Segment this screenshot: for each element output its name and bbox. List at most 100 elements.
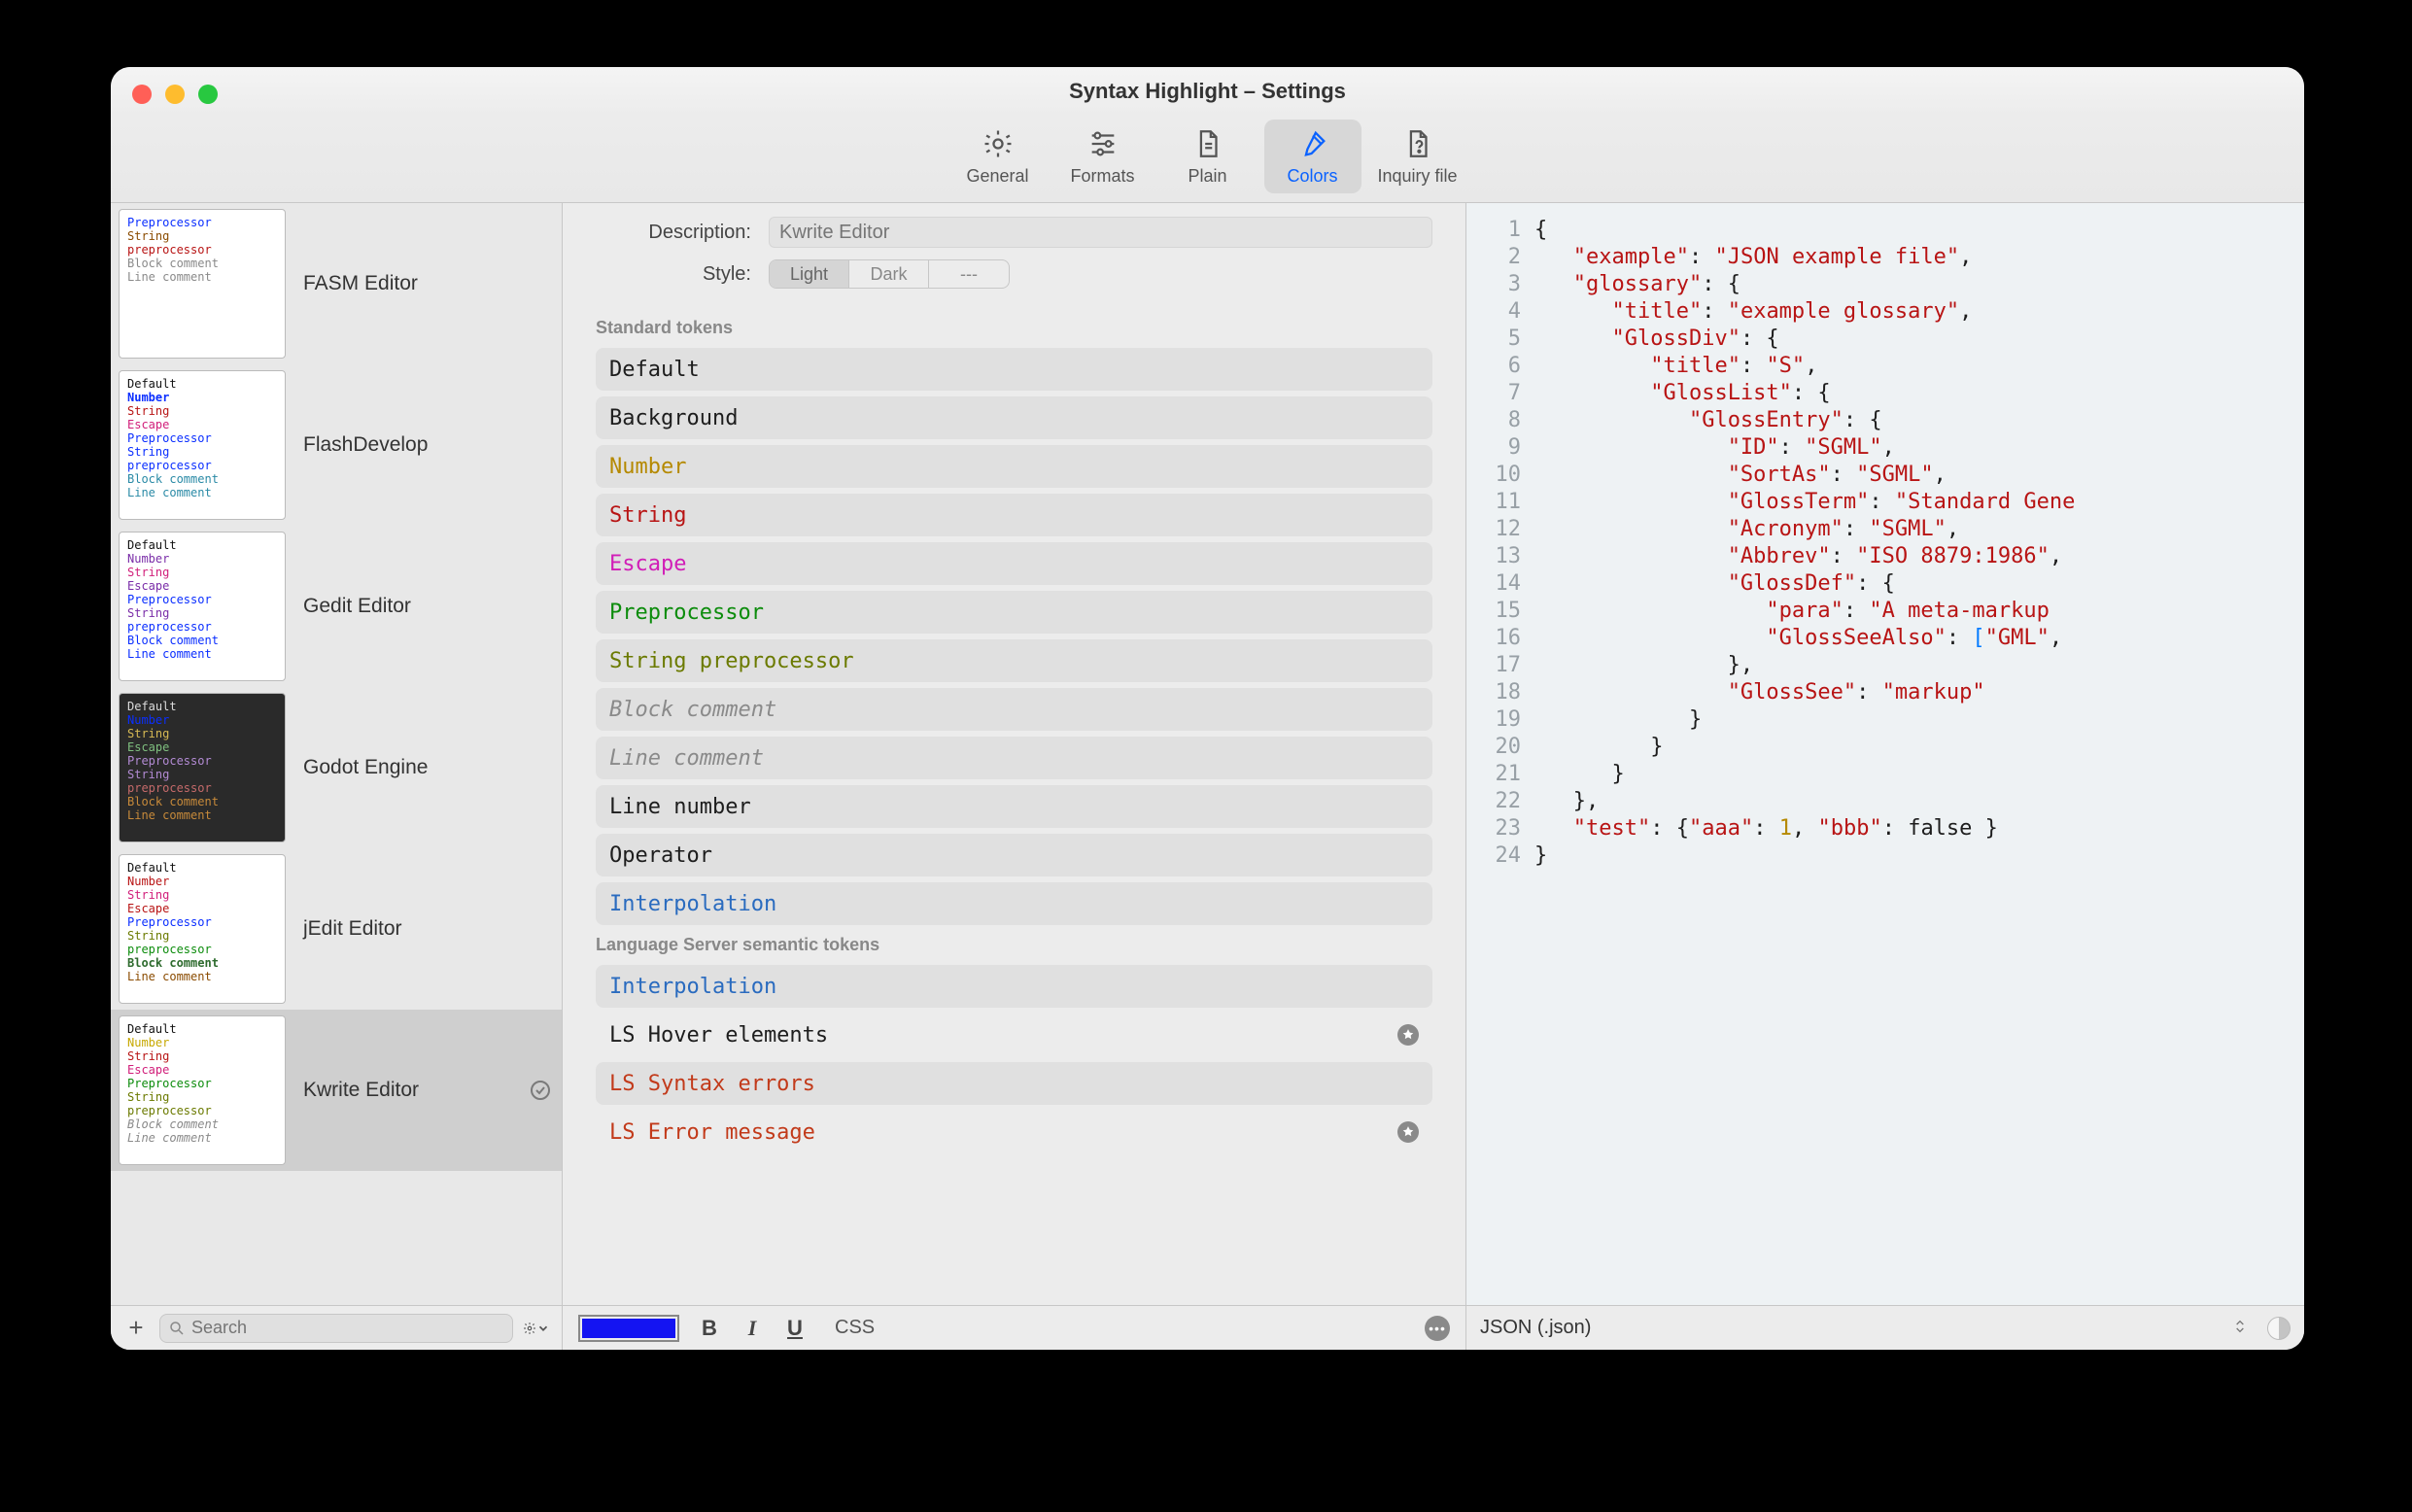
line-number: 18 [1466,679,1534,706]
color-well[interactable] [578,1315,679,1342]
token-label: Interpolation [609,892,1419,916]
customize-badge-icon[interactable] [1397,1024,1419,1046]
code-line: 22 }, [1466,788,2304,815]
tab-general[interactable]: General [949,120,1047,193]
theme-row[interactable]: DefaultNumberStringEscapePreprocessorStr… [111,848,562,1010]
style-segmented[interactable]: LightDark--- [769,259,1010,289]
theme-name-label: jEdit Editor [303,917,552,941]
line-number: 14 [1466,570,1534,598]
close-button[interactable] [132,85,152,104]
format-chevron-icon[interactable] [2232,1319,2248,1337]
tab-inquiry[interactable]: Inquiry file [1369,120,1466,193]
token-row[interactable]: Preprocessor [596,591,1432,634]
code-line: 8 "GlossEntry": { [1466,407,2304,434]
theme-thumbnail: DefaultNumberStringEscapePreprocessorStr… [119,1015,286,1165]
theme-row[interactable]: PreprocessorStringpreprocessorBlock comm… [111,203,562,364]
theme-row[interactable]: DefaultNumberStringEscapePreprocessorStr… [111,364,562,526]
token-row[interactable]: Line comment [596,737,1432,779]
code-line: 19 } [1466,706,2304,734]
token-label: LS Hover elements [609,1023,1397,1048]
token-label: Default [609,358,1419,382]
tab-label: Colors [1287,166,1337,187]
token-label: Interpolation [609,975,1419,999]
token-label: Block comment [609,698,1419,722]
code-line: 3 "glossary": { [1466,271,2304,298]
token-row[interactable]: Background [596,396,1432,439]
toolbar: GeneralFormatsPlain Colors Inquiry file [111,116,2304,203]
style-option[interactable]: Light [770,260,849,288]
style-option[interactable]: --- [929,260,1009,288]
window-controls [132,85,218,104]
more-actions-button[interactable]: ••• [1425,1316,1450,1341]
search-icon [168,1320,186,1337]
code-preview[interactable]: 1{2 "example": "JSON example file",3 "gl… [1466,203,2304,1305]
code-line: 7 "GlossList": { [1466,380,2304,407]
tab-label: Inquiry file [1377,166,1457,187]
theme-name-label: Kwrite Editor [303,1079,511,1102]
token-row[interactable]: LS Syntax errors [596,1062,1432,1105]
add-theme-button[interactable]: + [122,1313,150,1343]
theme-row[interactable]: DefaultNumberStringEscapePreprocessorStr… [111,526,562,687]
preview-pane: 1{2 "example": "JSON example file",3 "gl… [1466,203,2304,1350]
line-number: 21 [1466,761,1534,788]
theme-thumbnail: DefaultNumberStringEscapePreprocessorStr… [119,854,286,1004]
code-line: 18 "GlossSee": "markup" [1466,679,2304,706]
titlebar: Syntax Highlight – Settings [111,67,2304,116]
zoom-button[interactable] [198,85,218,104]
code-line: 23 "test": {"aaa": 1, "bbb": false } [1466,815,2304,842]
token-row[interactable]: String [596,494,1432,536]
token-row[interactable]: Operator [596,834,1432,876]
line-number: 24 [1466,842,1534,870]
tab-colors[interactable]: Colors [1264,120,1361,193]
token-groups[interactable]: Standard tokensDefaultBackgroundNumberSt… [563,308,1465,1305]
line-number: 9 [1466,434,1534,462]
code-line: 4 "title": "example glossary", [1466,298,2304,326]
css-button[interactable]: CSS [835,1317,875,1339]
bold-button[interactable]: B [697,1316,722,1341]
minimize-button[interactable] [165,85,185,104]
chevron-down-icon [536,1318,550,1339]
token-row[interactable]: Interpolation [596,965,1432,1008]
line-number: 23 [1466,815,1534,842]
theme-actions-menu[interactable] [523,1318,550,1339]
customize-badge-icon[interactable] [1397,1121,1419,1143]
underline-button[interactable]: U [782,1316,808,1341]
line-number: 16 [1466,625,1534,652]
token-row[interactable]: LS Hover elements [596,1014,1432,1056]
token-row[interactable]: String preprocessor [596,639,1432,682]
code-line: 24} [1466,842,2304,870]
format-selector[interactable]: JSON (.json) [1480,1317,1591,1339]
line-number: 1 [1466,217,1534,244]
theme-thumbnail: DefaultNumberStringEscapePreprocessorStr… [119,693,286,842]
code-line: 15 "para": "A meta-markup [1466,598,2304,625]
code-line: 2 "example": "JSON example file", [1466,244,2304,271]
token-row[interactable]: LS Error message [596,1111,1432,1153]
theme-row[interactable]: DefaultNumberStringEscapePreprocessorStr… [111,1010,562,1171]
appearance-toggle[interactable] [2267,1317,2291,1340]
description-input[interactable] [769,217,1432,248]
token-label: Background [609,406,1419,430]
token-row[interactable]: Default [596,348,1432,391]
token-row[interactable]: Block comment [596,688,1432,731]
token-row[interactable]: Number [596,445,1432,488]
line-number: 22 [1466,788,1534,815]
style-option[interactable]: Dark [849,260,929,288]
italic-button[interactable]: I [740,1316,765,1341]
line-number: 3 [1466,271,1534,298]
token-label: Preprocessor [609,601,1419,625]
settings-window: Syntax Highlight – Settings GeneralForma… [111,67,2304,1350]
theme-header: Description: Style: LightDark--- [563,203,1465,308]
theme-list[interactable]: PreprocessorStringpreprocessorBlock comm… [111,203,562,1305]
search-field[interactable] [159,1314,513,1343]
tab-plain[interactable]: Plain [1159,120,1257,193]
theme-thumbnail: PreprocessorStringpreprocessorBlock comm… [119,209,286,359]
tab-formats[interactable]: Formats [1054,120,1152,193]
line-number: 5 [1466,326,1534,353]
theme-row[interactable]: DefaultNumberStringEscapePreprocessorStr… [111,687,562,848]
token-row[interactable]: Escape [596,542,1432,585]
theme-name-label: FlashDevelop [303,433,552,457]
token-row[interactable]: Line number [596,785,1432,828]
search-input[interactable] [191,1318,504,1338]
line-number: 7 [1466,380,1534,407]
token-row[interactable]: Interpolation [596,882,1432,925]
